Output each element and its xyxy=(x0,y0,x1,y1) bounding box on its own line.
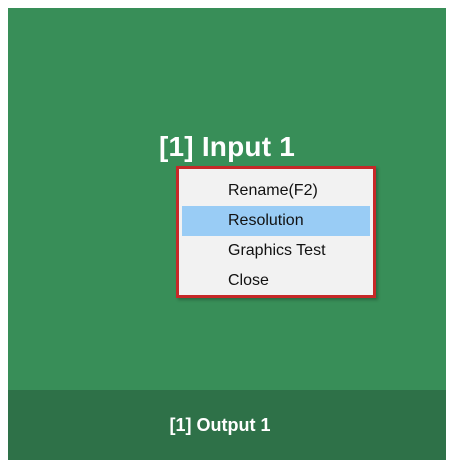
menu-item-graphics-test[interactable]: Graphics Test xyxy=(182,236,370,266)
context-menu: Rename(F2) Resolution Graphics Test Clos… xyxy=(176,166,376,298)
menu-item-rename[interactable]: Rename(F2) xyxy=(182,176,370,206)
output-label: [1] Output 1 xyxy=(169,414,271,435)
menu-item-close[interactable]: Close xyxy=(182,266,370,296)
output-bar[interactable]: [1] Output 1 xyxy=(8,390,446,460)
input-title: [1] Input 1 xyxy=(159,131,295,162)
menu-item-resolution[interactable]: Resolution xyxy=(182,206,370,236)
page: [1] Input 1 [1] Output 1 Rename(F2) Reso… xyxy=(0,0,454,472)
